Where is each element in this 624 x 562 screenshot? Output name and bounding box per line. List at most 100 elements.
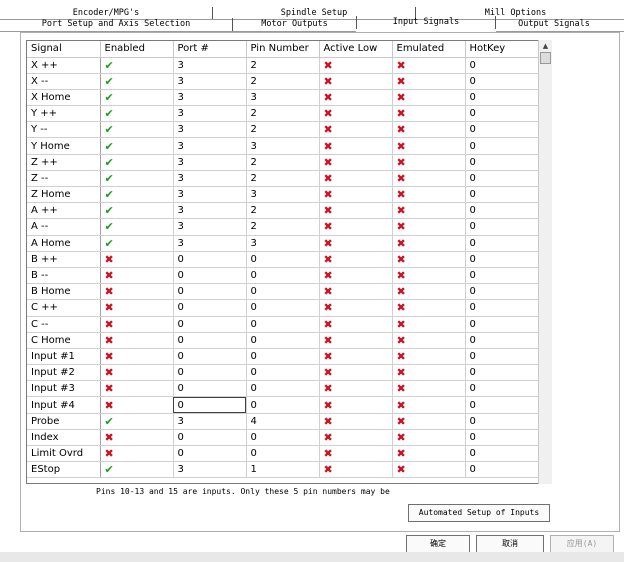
- emulated-cell[interactable]: ✖: [392, 186, 466, 204]
- table-row[interactable]: Z Home ✔ 3 3 ✖ ✖ 0: [27, 186, 539, 204]
- active-low-cell[interactable]: ✖: [319, 137, 393, 155]
- active-low-cell[interactable]: ✖: [319, 413, 393, 430]
- port-cell[interactable]: 0: [173, 299, 247, 317]
- table-row[interactable]: B -- ✖ 0 0 ✖ ✖ 0: [27, 267, 539, 285]
- port-cell[interactable]: 0: [173, 445, 247, 463]
- emulated-cell[interactable]: ✖: [392, 413, 466, 430]
- enabled-cell[interactable]: ✔: [100, 413, 174, 430]
- port-cell[interactable]: 3: [173, 57, 247, 74]
- col-header-signal[interactable]: Signal: [27, 41, 101, 58]
- hotkey-cell[interactable]: 0: [465, 429, 539, 447]
- hotkey-cell[interactable]: 0: [465, 413, 539, 430]
- port-cell[interactable]: 3: [173, 121, 247, 139]
- port-cell[interactable]: 3: [173, 73, 247, 90]
- hotkey-cell[interactable]: 0: [465, 121, 539, 139]
- active-low-cell[interactable]: ✖: [319, 396, 393, 414]
- port-cell[interactable]: 0: [173, 348, 247, 366]
- pin-number-cell[interactable]: 0: [246, 316, 320, 333]
- port-cell[interactable]: 0: [173, 364, 247, 382]
- active-low-cell[interactable]: ✖: [319, 57, 393, 74]
- emulated-cell[interactable]: ✖: [392, 380, 466, 398]
- table-row[interactable]: A ++ ✔ 3 2 ✖ ✖ 0: [27, 202, 539, 220]
- hotkey-cell[interactable]: 0: [465, 105, 539, 123]
- enabled-cell[interactable]: ✔: [100, 137, 174, 155]
- hotkey-cell[interactable]: 0: [465, 137, 539, 155]
- col-header-active-low[interactable]: Active Low: [319, 41, 393, 58]
- hotkey-cell[interactable]: 0: [465, 218, 539, 236]
- table-row[interactable]: A Home ✔ 3 3 ✖ ✖ 0: [27, 235, 539, 252]
- active-low-cell[interactable]: ✖: [319, 105, 393, 123]
- hotkey-cell[interactable]: 0: [465, 89, 539, 107]
- emulated-cell[interactable]: ✖: [392, 170, 466, 188]
- pin-number-cell[interactable]: 3: [246, 186, 320, 204]
- hotkey-cell[interactable]: 0: [465, 332, 539, 349]
- emulated-cell[interactable]: ✖: [392, 57, 466, 74]
- active-low-cell[interactable]: ✖: [319, 316, 393, 333]
- table-row[interactable]: X ++ ✔ 3 2 ✖ ✖ 0: [27, 57, 539, 74]
- table-row[interactable]: Input #1 ✖ 0 0 ✖ ✖ 0: [27, 348, 539, 366]
- port-cell[interactable]: 3: [173, 105, 247, 123]
- hotkey-cell[interactable]: 0: [465, 267, 539, 285]
- cancel-button[interactable]: 取消: [476, 535, 544, 553]
- enabled-cell[interactable]: ✖: [100, 299, 174, 317]
- emulated-cell[interactable]: ✖: [392, 154, 466, 171]
- active-low-cell[interactable]: ✖: [319, 445, 393, 463]
- enabled-cell[interactable]: ✔: [100, 170, 174, 188]
- enabled-cell[interactable]: ✔: [100, 89, 174, 107]
- port-cell[interactable]: 0: [173, 380, 247, 398]
- table-row[interactable]: EStop ✔ 3 1 ✖ ✖ 0: [27, 461, 539, 479]
- tab-input-signals[interactable]: Input Signals: [356, 16, 496, 29]
- enabled-cell[interactable]: ✖: [100, 364, 174, 382]
- hotkey-cell[interactable]: 0: [465, 283, 539, 301]
- pin-number-cell[interactable]: 0: [246, 429, 320, 447]
- emulated-cell[interactable]: ✖: [392, 202, 466, 220]
- hotkey-cell[interactable]: 0: [465, 445, 539, 463]
- table-row[interactable]: Input #4 ✖ 0 0 ✖ ✖ 0: [27, 396, 539, 414]
- active-low-cell[interactable]: ✖: [319, 251, 393, 268]
- emulated-cell[interactable]: ✖: [392, 364, 466, 382]
- enabled-cell[interactable]: ✖: [100, 267, 174, 285]
- pin-number-cell[interactable]: 0: [246, 332, 320, 349]
- enabled-cell[interactable]: ✖: [100, 251, 174, 268]
- enabled-cell[interactable]: ✔: [100, 186, 174, 204]
- emulated-cell[interactable]: ✖: [392, 89, 466, 107]
- pin-number-cell[interactable]: 0: [246, 380, 320, 398]
- col-header-enabled[interactable]: Enabled: [100, 41, 174, 58]
- emulated-cell[interactable]: ✖: [392, 105, 466, 123]
- table-row[interactable]: X Home ✔ 3 3 ✖ ✖ 0: [27, 89, 539, 107]
- table-row[interactable]: Probe ✔ 3 4 ✖ ✖ 0: [27, 413, 539, 430]
- table-row[interactable]: Z ++ ✔ 3 2 ✖ ✖ 0: [27, 154, 539, 171]
- enabled-cell[interactable]: ✖: [100, 396, 174, 414]
- table-row[interactable]: Z -- ✔ 3 2 ✖ ✖ 0: [27, 170, 539, 188]
- enabled-cell[interactable]: ✖: [100, 332, 174, 349]
- pin-number-cell[interactable]: 2: [246, 218, 320, 236]
- active-low-cell[interactable]: ✖: [319, 348, 393, 366]
- enabled-cell[interactable]: ✔: [100, 235, 174, 252]
- enabled-cell[interactable]: ✔: [100, 121, 174, 139]
- hotkey-cell[interactable]: 0: [465, 235, 539, 252]
- enabled-cell[interactable]: ✖: [100, 380, 174, 398]
- active-low-cell[interactable]: ✖: [319, 89, 393, 107]
- active-low-cell[interactable]: ✖: [319, 154, 393, 171]
- pin-number-cell[interactable]: 0: [246, 445, 320, 463]
- pin-number-cell[interactable]: 2: [246, 73, 320, 90]
- table-row[interactable]: C ++ ✖ 0 0 ✖ ✖ 0: [27, 299, 539, 317]
- pin-number-cell[interactable]: 2: [246, 121, 320, 139]
- emulated-cell[interactable]: ✖: [392, 251, 466, 268]
- port-cell[interactable]: 0: [173, 429, 247, 447]
- active-low-cell[interactable]: ✖: [319, 170, 393, 188]
- table-row[interactable]: Input #3 ✖ 0 0 ✖ ✖ 0: [27, 380, 539, 398]
- pin-number-cell[interactable]: 0: [246, 267, 320, 285]
- emulated-cell[interactable]: ✖: [392, 267, 466, 285]
- port-cell[interactable]: 3: [173, 154, 247, 171]
- emulated-cell[interactable]: ✖: [392, 121, 466, 139]
- port-cell[interactable]: 3: [173, 235, 247, 252]
- hotkey-cell[interactable]: 0: [465, 299, 539, 317]
- active-low-cell[interactable]: ✖: [319, 364, 393, 382]
- col-header-hotkey[interactable]: HotKey: [465, 41, 539, 58]
- pin-number-cell[interactable]: 2: [246, 202, 320, 220]
- port-cell[interactable]: 0: [173, 316, 247, 333]
- tab-motor-outputs[interactable]: Motor Outputs: [232, 18, 356, 31]
- hotkey-cell[interactable]: 0: [465, 202, 539, 220]
- table-row[interactable]: Limit Ovrd ✖ 0 0 ✖ ✖ 0: [27, 445, 539, 463]
